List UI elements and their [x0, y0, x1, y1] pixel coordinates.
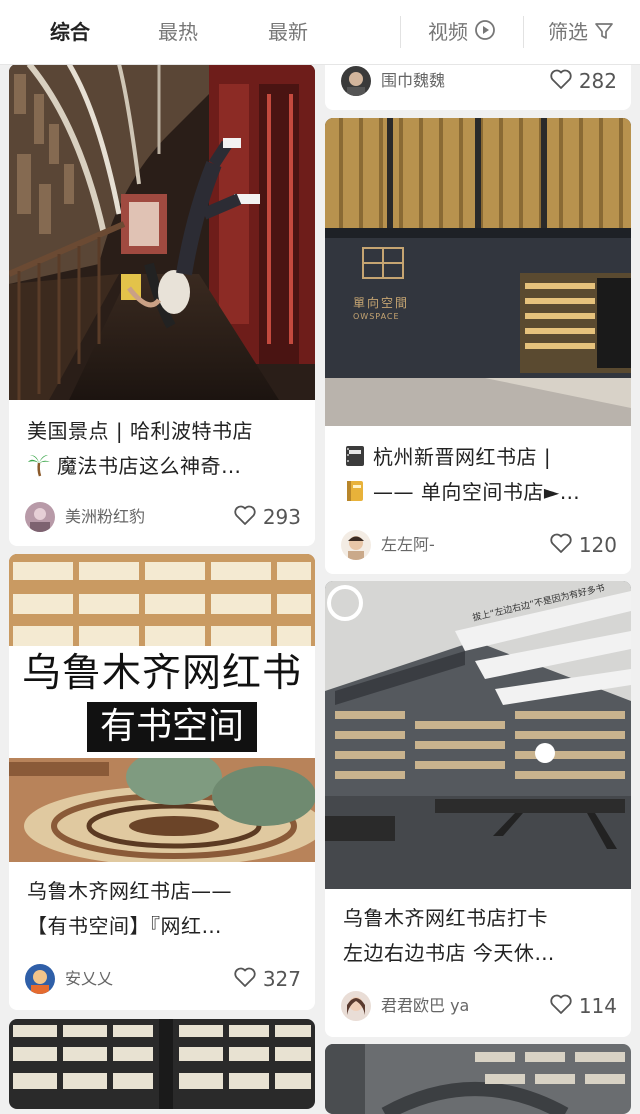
like-button[interactable]: 114 — [549, 989, 617, 1025]
filter-funnel-icon — [594, 2, 614, 66]
note-meta: 君君欧巴 ya 114 — [341, 989, 617, 1023]
tab-newest[interactable]: 最新 — [268, 0, 308, 64]
storefront-sign: 單向空間 — [353, 296, 410, 310]
avatar[interactable] — [341, 66, 371, 96]
note-title-line1: 杭州新晋网红书店 | — [343, 440, 615, 475]
note-card[interactable] — [9, 1019, 315, 1109]
like-count: 327 — [262, 967, 301, 991]
note-title-line: 【有书空间】『网红… — [27, 914, 222, 938]
note-meta: 安乂乂 327 — [25, 962, 301, 996]
heart-icon — [549, 530, 573, 564]
top-tab-bar: 综合 最热 最新 视频 筛选 — [0, 0, 640, 65]
note-title-line: 乌鲁木齐网红书店—— — [27, 879, 232, 903]
note-title-text: 魔法书店这么神奇… — [57, 454, 242, 478]
filter-label: 筛选 — [548, 20, 588, 44]
author-name[interactable]: 围巾魏魏 — [381, 64, 445, 98]
play-circle-icon — [474, 2, 496, 66]
palm-tree-icon — [27, 453, 51, 477]
note-meta: 围巾魏魏 282 — [341, 64, 617, 98]
tab-hottest[interactable]: 最热 — [158, 0, 198, 64]
note-title-text: —— 单向空间书店►… — [373, 480, 581, 504]
like-button[interactable]: 293 — [233, 500, 301, 536]
tab-video[interactable]: 视频 — [428, 0, 496, 64]
note-card[interactable]: 乌鲁木齐网红书店 有书空间 乌鲁木齐网红书店—— 【有书空间】『网红… 安乂乂 … — [9, 554, 315, 1010]
avatar[interactable] — [25, 964, 55, 994]
avatar[interactable] — [341, 991, 371, 1021]
note-title[interactable]: 美国景点 | 哈利波特书店 魔法书店这么神奇… — [27, 414, 299, 484]
ledger-icon — [343, 479, 367, 503]
heart-icon — [233, 502, 257, 536]
note-title-line: 乌鲁木齐网红书店打卡 — [343, 906, 548, 930]
tab-video-label: 视频 — [428, 20, 468, 44]
like-count: 120 — [578, 533, 617, 557]
note-title-line: 美国景点 | 哈利波特书店 — [27, 419, 253, 443]
like-button[interactable]: 120 — [549, 528, 617, 564]
heart-icon — [233, 964, 257, 998]
note-card[interactable]: 美国景点 | 哈利波特书店 魔法书店这么神奇… 美洲粉红豹 293 — [9, 64, 315, 546]
note-card[interactable]: 拔上“左边右边”不是因为有好多书 乌鲁木齐网红书店打卡 左边右边书店 今天休… … — [325, 581, 631, 1037]
like-button[interactable]: 282 — [549, 64, 617, 100]
note-card[interactable]: 單向空間 OWSPACE 杭州新晋网红书店 | —— 单向空间书店►… 左左阿-… — [325, 118, 631, 574]
like-button[interactable]: 327 — [233, 962, 301, 998]
heart-icon — [549, 66, 573, 100]
note-cover-image[interactable] — [9, 1019, 315, 1109]
image-caption-subtitle: 有书空间 — [87, 702, 257, 752]
note-meta: 左左阿- 120 — [341, 528, 617, 562]
filter-button[interactable]: 筛选 — [548, 0, 614, 64]
author-name[interactable]: 左左阿- — [381, 528, 435, 562]
author-name[interactable]: 安乂乂 — [65, 962, 113, 996]
tab-comprehensive[interactable]: 综合 — [50, 0, 90, 64]
note-cover-image[interactable] — [9, 64, 315, 400]
note-title-line2: —— 单向空间书店►… — [343, 475, 615, 510]
tab-divider — [523, 16, 524, 48]
note-title[interactable]: 杭州新晋网红书店 | —— 单向空间书店►… — [343, 440, 615, 510]
storefront-sign-sub: OWSPACE — [353, 312, 400, 321]
notebook-icon — [343, 444, 367, 468]
note-cover-image[interactable]: 拔上“左边右边”不是因为有好多书 — [325, 581, 631, 889]
note-title-line: 左边右边书店 今天休… — [343, 941, 555, 965]
author-name[interactable]: 君君欧巴 ya — [381, 989, 469, 1023]
like-count: 114 — [578, 994, 617, 1018]
heart-icon — [549, 991, 573, 1025]
tab-divider — [400, 16, 401, 48]
avatar[interactable] — [25, 502, 55, 532]
note-cover-image[interactable]: 乌鲁木齐网红书店 有书空间 — [9, 554, 315, 862]
note-card[interactable] — [325, 1044, 631, 1114]
note-title[interactable]: 乌鲁木齐网红书店打卡 左边右边书店 今天休… — [343, 901, 615, 971]
note-meta: 美洲粉红豹 293 — [25, 500, 301, 534]
author-name[interactable]: 美洲粉红豹 — [65, 500, 145, 534]
like-count: 293 — [262, 505, 301, 529]
avatar[interactable] — [341, 530, 371, 560]
note-title[interactable]: 乌鲁木齐网红书店—— 【有书空间】『网红… — [27, 874, 299, 944]
like-count: 282 — [578, 69, 617, 93]
note-cover-image[interactable] — [325, 1044, 631, 1114]
note-title-text: 杭州新晋网红书店 | — [373, 445, 552, 469]
note-cover-image[interactable]: 單向空間 OWSPACE — [325, 118, 631, 426]
note-title-line2: 魔法书店这么神奇… — [27, 449, 299, 484]
